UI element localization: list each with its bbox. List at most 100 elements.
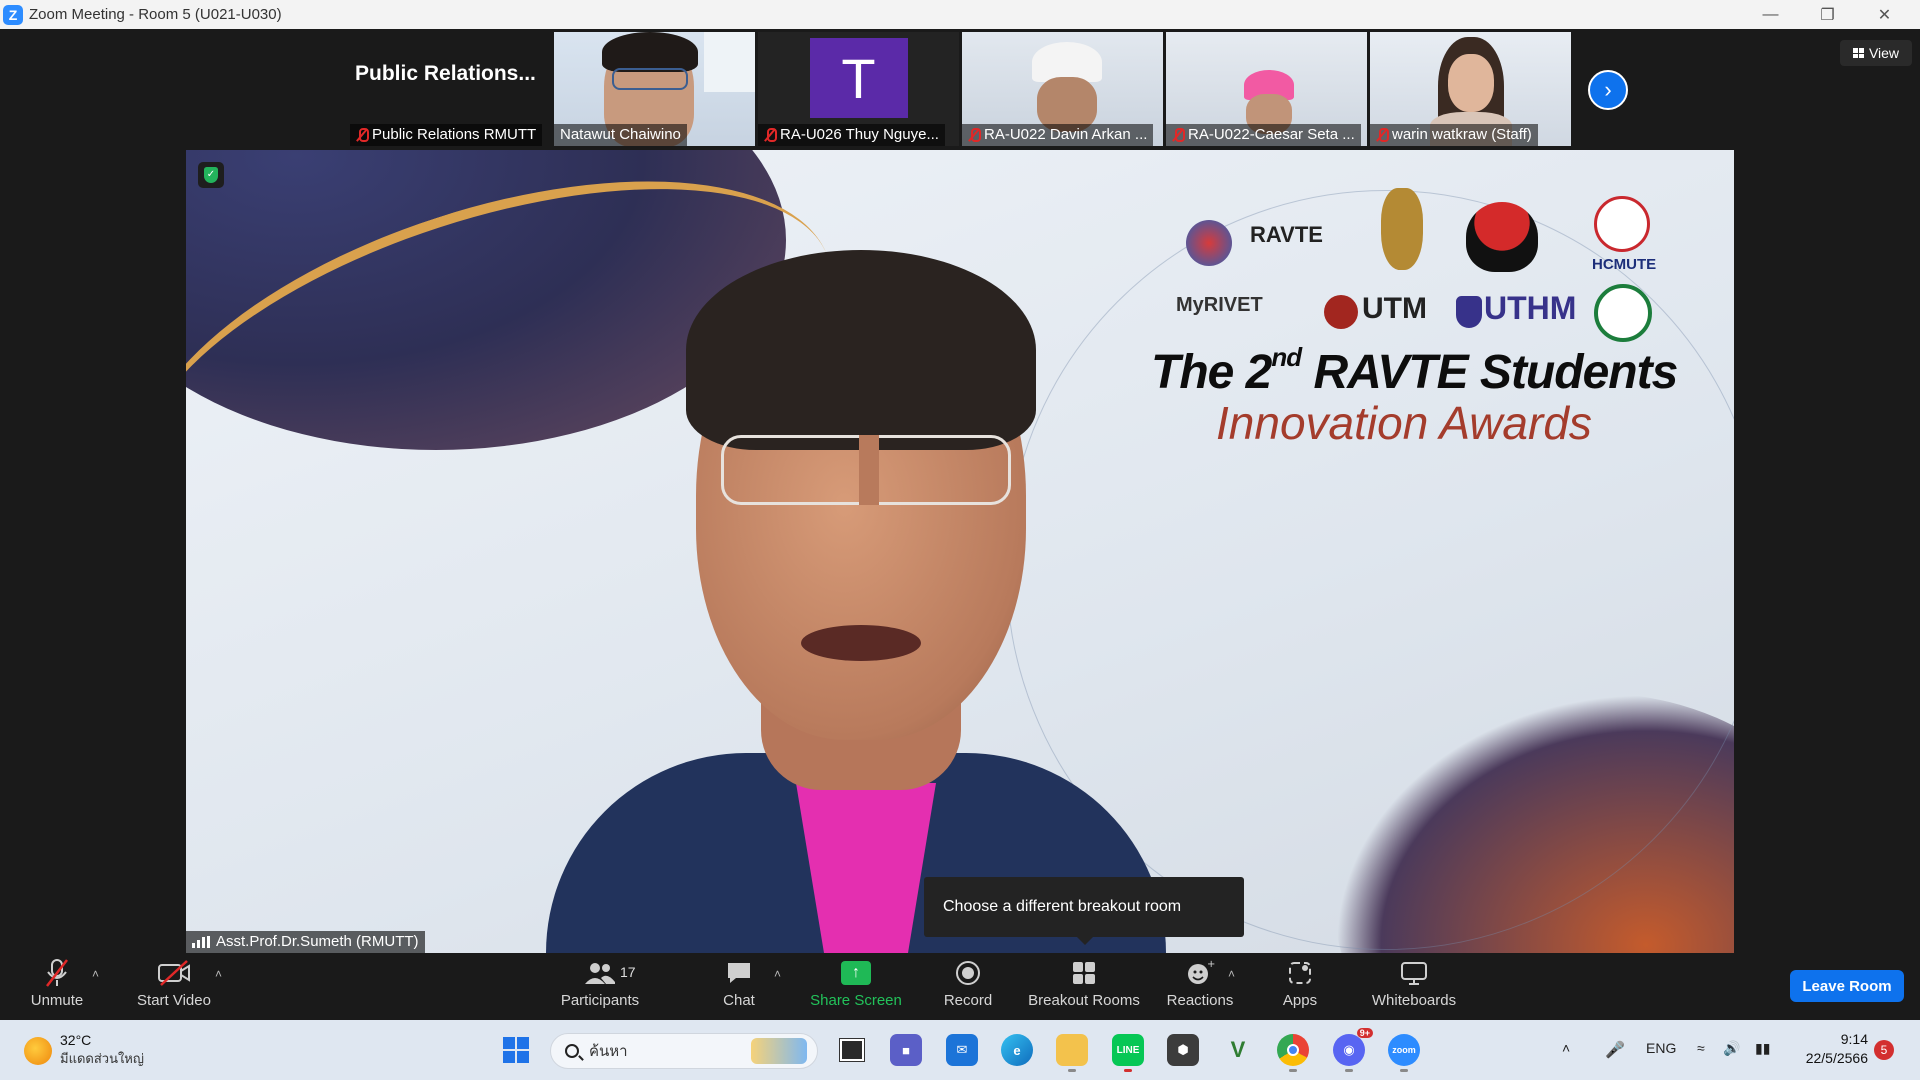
- slide-subtitle: Innovation Awards: [1216, 397, 1592, 449]
- language-indicator[interactable]: ENG: [1646, 1040, 1676, 1056]
- chat-options-caret-icon[interactable]: ˄: [774, 967, 781, 981]
- video-off-icon: [157, 957, 191, 989]
- search-icon: [565, 1044, 579, 1058]
- chrome-icon[interactable]: [1277, 1034, 1309, 1072]
- signal-strength-icon: [192, 936, 210, 948]
- mic-muted-icon: [764, 128, 777, 142]
- reactions-button[interactable]: + Reactions: [1160, 957, 1240, 1017]
- close-icon[interactable]: ✕: [1856, 0, 1913, 29]
- university-emblem-icon: [1594, 284, 1652, 342]
- taskbar-search-input[interactable]: ค้นหา: [550, 1033, 818, 1069]
- audio-options-caret-icon[interactable]: ˄: [92, 967, 99, 981]
- volume-icon[interactable]: 🔊: [1723, 1040, 1740, 1057]
- speaker-name: Asst.Prof.Dr.Sumeth (RMUTT): [216, 933, 419, 950]
- participant-name: Public Relations RMUTT: [372, 126, 537, 143]
- start-video-label: Start Video: [137, 992, 211, 1009]
- zoom-logo-icon: Z: [3, 4, 23, 25]
- participant-tile[interactable]: RA-U022-Caesar Seta ...: [1166, 32, 1367, 146]
- record-button[interactable]: Record: [938, 957, 998, 1017]
- unmute-button[interactable]: Unmute: [22, 957, 92, 1017]
- window-title: Zoom Meeting - Room 5 (U021-U030): [29, 6, 282, 23]
- gallery-strip: Public Relations... Public Relations RMU…: [0, 29, 1920, 149]
- chat-button[interactable]: Chat: [714, 957, 764, 1017]
- chat-label: Chat: [723, 992, 755, 1009]
- microphone-in-use-icon[interactable]: 🎤: [1605, 1040, 1625, 1060]
- view-label: View: [1868, 45, 1900, 61]
- mic-muted-icon: [968, 128, 981, 142]
- leave-room-button[interactable]: Leave Room: [1790, 970, 1904, 1002]
- participant-tile[interactable]: Natawut Chaiwino: [554, 32, 755, 146]
- battery-icon[interactable]: ▮▮: [1755, 1040, 1770, 1057]
- vim-icon[interactable]: V: [1222, 1034, 1254, 1066]
- wifi-icon[interactable]: ≈: [1697, 1040, 1705, 1056]
- grid-view-icon: [1852, 48, 1864, 58]
- share-screen-label: Share Screen: [810, 992, 902, 1009]
- logo-text: UTHM: [1484, 290, 1577, 326]
- whiteboards-label: Whiteboards: [1371, 992, 1457, 1009]
- notification-badge[interactable]: 5: [1874, 1040, 1894, 1060]
- app-icon[interactable]: ⬢: [1167, 1034, 1199, 1066]
- discord-icon[interactable]: ◉ 9+: [1333, 1028, 1373, 1072]
- active-speaker-video[interactable]: ✓ RAVTE HCMUTE MyRIVET UTM UTHM The 2nd …: [186, 150, 1734, 953]
- whiteboards-button[interactable]: Whiteboards: [1364, 957, 1464, 1017]
- participant-tile[interactable]: Public Relations... Public Relations RMU…: [350, 32, 551, 146]
- mail-icon[interactable]: ✉: [946, 1034, 978, 1066]
- participant-name: RA-U022 Davin Arkan ...: [984, 126, 1148, 143]
- edge-icon[interactable]: e: [1001, 1034, 1033, 1066]
- zoom-label: zoom: [1392, 1045, 1416, 1055]
- apps-icon: [1286, 957, 1314, 989]
- reactions-label: Reactions: [1166, 992, 1234, 1009]
- whiteboard-icon: [1399, 957, 1429, 989]
- weather-temp: 32°C: [60, 1032, 92, 1048]
- record-icon: [954, 957, 982, 989]
- minimize-icon[interactable]: —: [1742, 0, 1799, 29]
- chevron-right-icon: ›: [1604, 77, 1612, 102]
- weather-sun-icon: [24, 1036, 52, 1065]
- clock-time: 9:14: [1840, 1031, 1868, 1047]
- mic-muted-icon: [1172, 128, 1185, 142]
- system-clock[interactable]: 9:14 22/5/2566: [1792, 1030, 1868, 1068]
- reactions-options-caret-icon[interactable]: ˄: [1228, 967, 1235, 981]
- folder-icon[interactable]: [1056, 1034, 1088, 1072]
- participant-name: Natawut Chaiwino: [560, 126, 681, 143]
- mic-muted-icon: [356, 128, 369, 142]
- logo-text: MyRIVET: [1176, 294, 1263, 316]
- weather-widget[interactable]: 32°C มีแดดส่วนใหญ่: [24, 1032, 144, 1069]
- show-hidden-icons-icon[interactable]: ˄: [1562, 1040, 1570, 1056]
- share-screen-button[interactable]: ↑ Share Screen: [804, 957, 908, 1017]
- hcmute-logo-icon: [1594, 196, 1650, 252]
- apps-label: Apps: [1282, 992, 1318, 1009]
- video-options-caret-icon[interactable]: ˄: [215, 967, 222, 981]
- uthm-crest-icon: [1456, 296, 1482, 328]
- svg-text:+: +: [1207, 959, 1215, 970]
- slide-title-sup: nd: [1271, 342, 1302, 372]
- participants-count: 17: [620, 964, 636, 980]
- participant-label: RA-U026 Thuy Nguye...: [758, 124, 945, 146]
- logo-text: HCMUTE: [1592, 256, 1657, 273]
- view-button[interactable]: View: [1840, 40, 1912, 66]
- chat-icon: [725, 957, 753, 989]
- participants-label: Participants: [560, 992, 640, 1009]
- participants-icon: [583, 957, 617, 989]
- breakout-rooms-label: Breakout Rooms: [1028, 992, 1140, 1009]
- unmute-label: Unmute: [30, 992, 84, 1009]
- file-explorer-icon[interactable]: [836, 1034, 868, 1066]
- zoom-icon[interactable]: zoom: [1388, 1034, 1420, 1072]
- participant-tile[interactable]: warin watkraw (Staff): [1370, 32, 1571, 146]
- participant-display-name: Public Relations...: [355, 62, 536, 85]
- participant-tile[interactable]: T RA-U026 Thuy Nguye...: [758, 32, 959, 146]
- clock-date: 22/5/2566: [1805, 1050, 1868, 1066]
- mic-muted-icon: [43, 957, 71, 989]
- restore-icon[interactable]: ❐: [1799, 0, 1856, 29]
- breakout-rooms-button[interactable]: Breakout Rooms: [1024, 957, 1144, 1017]
- participant-tile[interactable]: RA-U022 Davin Arkan ...: [962, 32, 1163, 146]
- line-icon[interactable]: LINE: [1112, 1034, 1144, 1072]
- apps-button[interactable]: Apps: [1275, 957, 1325, 1017]
- speaker-name-label: Asst.Prof.Dr.Sumeth (RMUTT): [186, 931, 425, 953]
- teams-icon[interactable]: ■: [890, 1034, 922, 1066]
- windows-taskbar: 32°C มีแดดส่วนใหญ่ ค้นหา ■ ✉ e LINE ⬢ V …: [0, 1020, 1920, 1080]
- encryption-shield-icon[interactable]: ✓: [198, 162, 224, 188]
- next-page-button[interactable]: ›: [1588, 70, 1628, 110]
- windows-start-icon[interactable]: [503, 1037, 529, 1063]
- start-video-button[interactable]: Start Video: [130, 957, 218, 1017]
